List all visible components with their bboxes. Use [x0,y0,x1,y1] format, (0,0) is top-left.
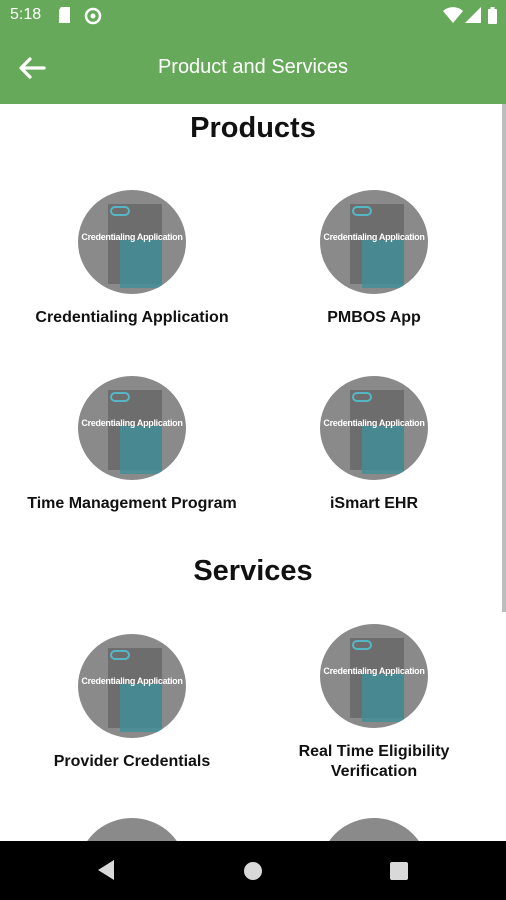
service-thumbnail: Credentialing Application [320,624,428,728]
services-heading: Services [193,555,313,587]
product-label: Time Management Program [27,495,237,512]
wifi-icon [443,7,463,28]
product-thumbnail: Credentialing Application [78,376,186,480]
products-heading: Products [190,112,316,144]
thumbnail-caption: Credentialing Application [81,232,183,242]
product-thumbnail: Credentialing Application [320,376,428,480]
content-scroll[interactable]: Products Credentialing Application Crede… [0,104,506,841]
service-tile-provider-credentials[interactable]: Credentialing Application Provider Crede… [12,634,252,772]
home-circle-icon [244,862,262,880]
back-triangle-icon [98,860,114,880]
product-tile-ismart-ehr[interactable]: Credentialing Application iSmart EHR [254,376,494,514]
navigation-bar [0,841,506,900]
recents-square-icon [390,862,408,880]
status-time: 5:18 [10,6,42,23]
product-tile-pmbos[interactable]: Credentialing Application PMBOS App [254,190,494,328]
thumbnail-caption: Credentialing Application [323,666,425,676]
thumbnail-caption: Credentialing Application [323,418,425,428]
product-label: Credentialing Application [35,309,229,326]
product-thumbnail: Credentialing Application [320,190,428,294]
service-tile-eligibility[interactable]: Credentialing Application Real Time Elig… [254,624,494,782]
top-bar: 5:18 Product and Services [0,0,506,104]
service-thumbnail [320,818,428,841]
product-label: PMBOS App [327,309,421,326]
service-thumbnail: Credentialing Application [78,634,186,738]
product-thumbnail: Credentialing Application [78,190,186,294]
product-tile-time-management[interactable]: Credentialing Application Time Managemen… [12,376,252,514]
nav-recents-button[interactable] [390,862,408,885]
service-thumbnail [78,818,186,841]
sd-card-icon [58,7,72,28]
product-tile-credentialing[interactable]: Credentialing Application Credentialing … [12,190,252,328]
service-label-line1: Real Time Eligibility [298,743,450,760]
product-label: iSmart EHR [329,495,419,512]
service-label: Provider Credentials [53,753,211,770]
nav-back-button[interactable] [96,859,116,886]
status-bar: 5:18 [0,0,506,32]
sync-icon [84,7,102,30]
page-title: Product and Services [157,56,349,78]
battery-icon [488,7,497,29]
scrollbar[interactable] [502,104,506,612]
service-tile-partial[interactable] [254,818,494,841]
service-label: Real Time Eligibility Verification [254,742,494,782]
service-tile-partial[interactable] [12,818,252,841]
service-label-line2: Verification [330,763,418,780]
thumbnail-caption: Credentialing Application [81,418,183,428]
thumbnail-caption: Credentialing Application [81,676,183,686]
cell-signal-icon [465,7,481,28]
nav-home-button[interactable] [243,861,263,886]
thumbnail-caption: Credentialing Application [323,232,425,242]
